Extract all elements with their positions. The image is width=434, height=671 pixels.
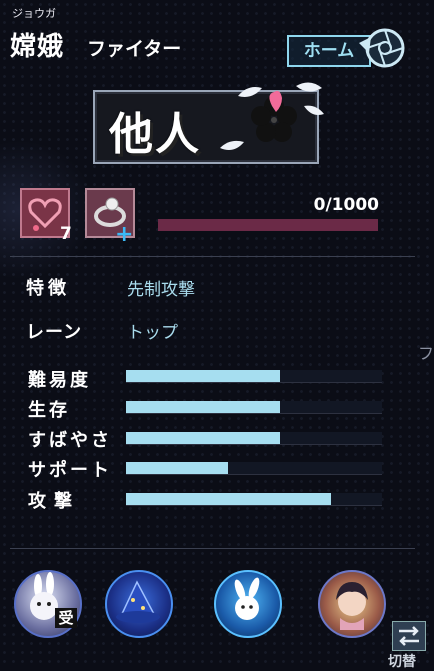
stat-bar-speed bbox=[126, 432, 382, 445]
home-button[interactable]: ホーム bbox=[287, 28, 411, 71]
title-text: 他人 bbox=[109, 109, 201, 160]
trait-label: 特徴 bbox=[26, 278, 70, 299]
character-role: ファイター bbox=[87, 38, 182, 60]
stat-label-attack: 攻撃 bbox=[28, 491, 80, 512]
stat-fill bbox=[126, 432, 280, 444]
stat-label-speed: すばやさ bbox=[28, 430, 112, 451]
stat-fill bbox=[126, 493, 331, 505]
camera-shutter-icon bbox=[359, 28, 405, 68]
item-count: 7 bbox=[60, 224, 72, 244]
stat-bar-difficulty bbox=[126, 370, 382, 383]
switch-label: 切替 bbox=[388, 654, 416, 670]
progress-bar bbox=[158, 219, 378, 231]
swap-arrows-icon bbox=[392, 621, 426, 651]
divider bbox=[10, 548, 415, 549]
character-name: 嫦娥 bbox=[10, 32, 65, 62]
sakura-emblem-icon bbox=[220, 82, 324, 150]
trait-value: 先制攻撃 bbox=[127, 280, 195, 300]
stat-fill bbox=[126, 401, 280, 413]
stat-bar-survival bbox=[126, 401, 382, 414]
stat-label-difficulty: 難易度 bbox=[28, 370, 91, 391]
add-icon[interactable]: + bbox=[115, 222, 133, 247]
passive-badge: 受 bbox=[55, 608, 77, 628]
lane-label: レーン bbox=[26, 322, 83, 343]
stat-bar-support bbox=[126, 462, 382, 475]
lane-value: トップ bbox=[127, 323, 178, 343]
stat-fill bbox=[126, 462, 229, 474]
skill-2[interactable] bbox=[214, 570, 282, 638]
stat-label-support: サポート bbox=[28, 460, 112, 481]
stat-bar-attack bbox=[126, 493, 382, 506]
skill-ultimate[interactable] bbox=[318, 570, 386, 638]
stat-label-survival: 生存 bbox=[28, 400, 70, 421]
stat-fill bbox=[126, 370, 280, 382]
magic-hat-icon bbox=[116, 580, 160, 623]
side-text: フ bbox=[418, 344, 434, 363]
progress-text: 0/1000 bbox=[313, 195, 379, 215]
divider bbox=[10, 256, 415, 257]
flying-rabbit-icon bbox=[234, 577, 260, 620]
skill-1[interactable] bbox=[105, 570, 173, 638]
chang-e-portrait-icon bbox=[336, 582, 368, 630]
name-furigana: ジョウガ bbox=[12, 7, 56, 20]
switch-button[interactable]: 切替 bbox=[388, 618, 430, 670]
